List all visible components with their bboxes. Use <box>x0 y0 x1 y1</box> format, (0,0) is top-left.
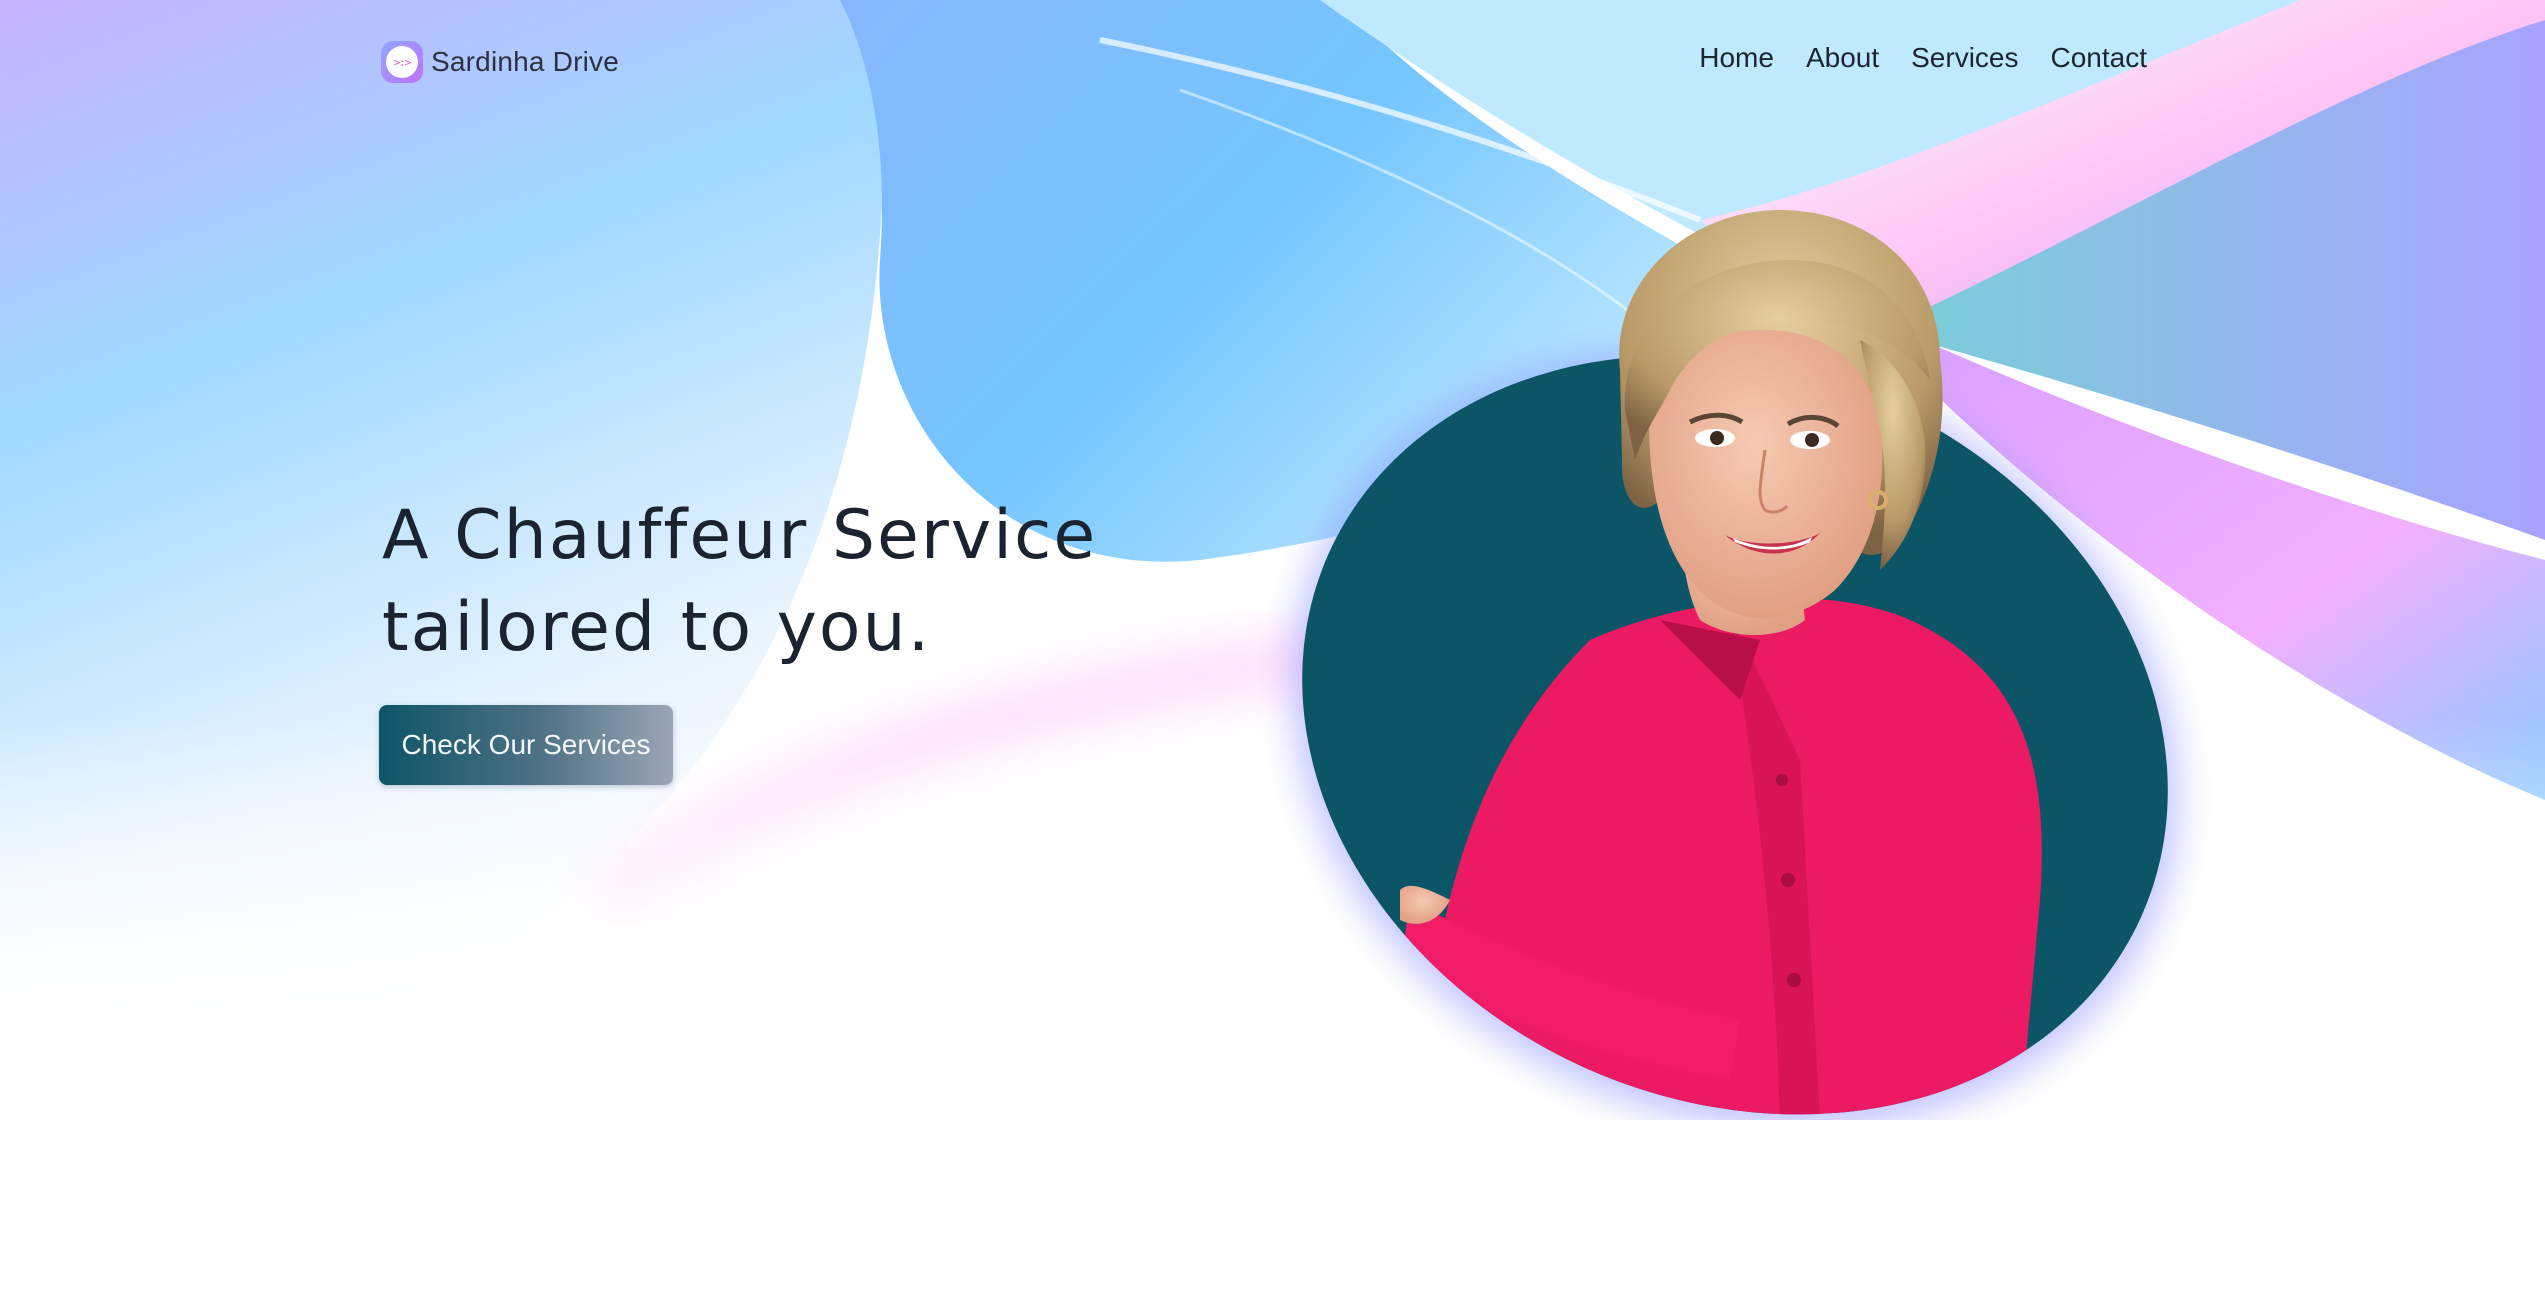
hero-portrait <box>1260 200 2210 1130</box>
nav-services[interactable]: Services <box>1911 42 2018 74</box>
site-header: >:> Sardinha Drive Home About Services C… <box>0 0 2545 128</box>
brand-name: Sardinha Drive <box>431 46 619 77</box>
nav-contact[interactable]: Contact <box>2051 42 2148 74</box>
check-services-button[interactable]: Check Our Services <box>379 705 673 785</box>
main-nav: Home About Services Contact <box>1699 42 2147 74</box>
logo-glyph: >:> <box>386 46 418 78</box>
logo-icon: >:> <box>381 41 423 83</box>
portrait-illustration <box>1292 210 2178 1130</box>
nav-about[interactable]: About <box>1806 42 1879 74</box>
nav-home[interactable]: Home <box>1699 42 1774 74</box>
hero-headline: A Chauffeur Service tailored to you. <box>382 496 1098 667</box>
brand-logo[interactable]: >:> Sardinha Drive <box>381 40 619 84</box>
